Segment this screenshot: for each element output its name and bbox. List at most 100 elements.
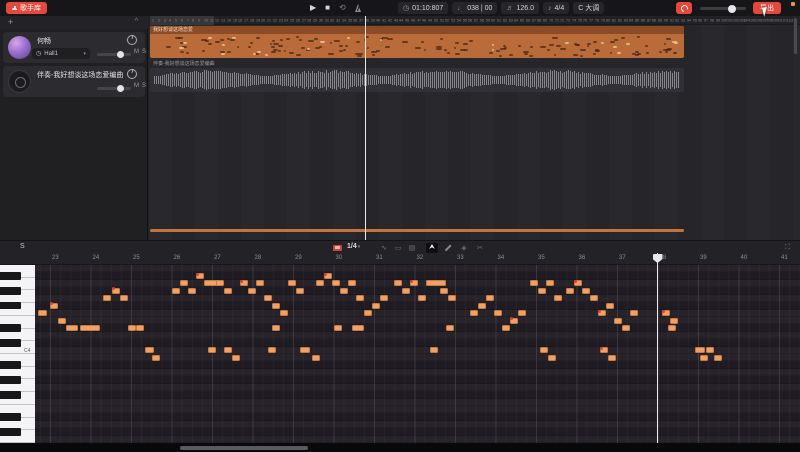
midi-note[interactable] bbox=[224, 347, 232, 353]
midi-note[interactable] bbox=[494, 310, 502, 316]
singer-library-button[interactable]: 歌手库 bbox=[6, 2, 47, 14]
midi-note[interactable] bbox=[50, 303, 58, 309]
midi-note[interactable] bbox=[196, 273, 204, 279]
arrange-ruler[interactable]: 1234567891011121314151617181920212223242… bbox=[149, 16, 800, 25]
midi-note[interactable] bbox=[145, 347, 154, 353]
scroll-overview-bar[interactable] bbox=[150, 229, 684, 232]
mute-button[interactable]: M bbox=[134, 49, 139, 55]
beat-display[interactable]: ♩ 038 | 00 bbox=[452, 2, 497, 14]
midi-note[interactable] bbox=[622, 325, 630, 331]
piano-keyboard[interactable]: C4 bbox=[0, 265, 35, 443]
midi-note[interactable] bbox=[120, 295, 128, 301]
midi-note[interactable] bbox=[440, 288, 448, 294]
midi-note[interactable] bbox=[316, 280, 324, 286]
track-volume-handle[interactable] bbox=[117, 51, 124, 58]
midi-note[interactable] bbox=[180, 280, 188, 286]
black-key[interactable] bbox=[0, 272, 21, 279]
midi-note[interactable] bbox=[670, 318, 678, 324]
solo-button[interactable]: S bbox=[142, 83, 146, 89]
midi-note[interactable] bbox=[348, 280, 356, 286]
pointer-tool[interactable]: ⮝ bbox=[426, 243, 438, 253]
midi-note[interactable] bbox=[296, 288, 304, 294]
midi-note[interactable] bbox=[352, 325, 364, 331]
arrange-area[interactable]: 1234567891011121314151617181920212223242… bbox=[149, 16, 800, 240]
midi-note[interactable] bbox=[538, 288, 546, 294]
loop-button[interactable]: ⟲ bbox=[339, 0, 346, 16]
midi-note[interactable] bbox=[324, 273, 332, 279]
midi-note[interactable] bbox=[566, 288, 574, 294]
midi-note[interactable] bbox=[66, 325, 78, 331]
midi-note[interactable] bbox=[630, 310, 638, 316]
piano-roll-ruler[interactable]: 23242526272829303132333435363738394041 bbox=[0, 253, 800, 265]
play-button[interactable]: ▶ bbox=[310, 0, 316, 16]
collapse-panel-button[interactable]: ^ bbox=[135, 18, 138, 25]
reverb-preset-select[interactable]: ◷ Hall1 ▾ bbox=[32, 48, 90, 59]
midi-note[interactable] bbox=[700, 355, 708, 361]
midi-note[interactable] bbox=[152, 355, 160, 361]
midi-note[interactable] bbox=[312, 355, 320, 361]
midi-note[interactable] bbox=[540, 347, 548, 353]
midi-note[interactable] bbox=[103, 295, 111, 301]
track-row-vocal[interactable]: 何畅 ◷ Hall1 ▾ M S bbox=[3, 32, 145, 63]
track-row-accompaniment[interactable]: 伴奏-我好想谈这场恋爱编曲 M S bbox=[3, 66, 145, 97]
midi-note[interactable] bbox=[695, 347, 705, 353]
metronome-button[interactable] bbox=[355, 4, 362, 12]
midi-note[interactable] bbox=[662, 310, 670, 316]
midi-note[interactable] bbox=[518, 310, 526, 316]
black-key[interactable] bbox=[0, 324, 21, 331]
add-track-button[interactable]: + bbox=[8, 17, 13, 27]
master-volume-slider[interactable] bbox=[700, 7, 746, 10]
midi-note[interactable] bbox=[426, 280, 446, 286]
midi-note[interactable] bbox=[554, 295, 562, 301]
midi-note[interactable] bbox=[216, 280, 224, 286]
midi-note[interactable] bbox=[224, 288, 232, 294]
midi-note[interactable] bbox=[446, 325, 454, 331]
midi-note[interactable] bbox=[240, 280, 248, 286]
expand-icon[interactable]: ⛶ bbox=[785, 244, 792, 251]
horizontal-scrollbar[interactable] bbox=[180, 446, 308, 450]
snap-icon[interactable] bbox=[333, 245, 342, 251]
solo-button[interactable]: S bbox=[142, 49, 146, 55]
midi-note[interactable] bbox=[548, 355, 556, 361]
singer-avatar[interactable] bbox=[8, 36, 31, 59]
midi-note[interactable] bbox=[530, 280, 538, 286]
bpm-display[interactable]: ♬ 126.0 bbox=[501, 2, 539, 14]
accompaniment-audio-region[interactable]: 伴奏-我好想谈这场恋爱编曲 bbox=[150, 60, 684, 92]
midi-note[interactable] bbox=[272, 303, 280, 309]
midi-note[interactable] bbox=[394, 280, 402, 286]
midi-note[interactable] bbox=[448, 295, 456, 301]
midi-note[interactable] bbox=[668, 325, 676, 331]
midi-note[interactable] bbox=[300, 347, 310, 353]
stop-button[interactable]: ■ bbox=[325, 0, 330, 16]
midi-note[interactable] bbox=[582, 288, 590, 294]
midi-note[interactable] bbox=[706, 347, 714, 353]
track-volume-slider[interactable] bbox=[97, 53, 131, 56]
midi-note[interactable] bbox=[510, 318, 518, 324]
midi-note[interactable] bbox=[418, 295, 426, 301]
midi-note[interactable] bbox=[574, 280, 582, 286]
midi-note[interactable] bbox=[502, 325, 510, 331]
black-key[interactable] bbox=[0, 339, 21, 346]
midi-note[interactable] bbox=[546, 280, 554, 286]
midi-note[interactable] bbox=[478, 303, 486, 309]
track-volume-slider[interactable] bbox=[97, 87, 131, 90]
key-display[interactable]: C 大调 bbox=[573, 2, 604, 14]
midi-note[interactable] bbox=[606, 303, 614, 309]
vertical-scrollbar[interactable] bbox=[794, 18, 797, 54]
pitch-curve-tool[interactable]: ∿ bbox=[378, 243, 390, 253]
midi-note[interactable] bbox=[486, 295, 494, 301]
scissors-tool[interactable]: ✂ bbox=[474, 243, 486, 253]
grid-resolution-select[interactable]: 1/4▾ bbox=[347, 243, 360, 250]
midi-note[interactable] bbox=[402, 288, 410, 294]
black-key[interactable] bbox=[0, 287, 21, 294]
midi-note[interactable] bbox=[364, 310, 372, 316]
midi-note[interactable] bbox=[430, 347, 438, 353]
midi-note[interactable] bbox=[332, 280, 340, 286]
midi-note[interactable] bbox=[208, 347, 216, 353]
midi-note[interactable] bbox=[614, 318, 622, 324]
pencil-tool[interactable] bbox=[442, 243, 454, 253]
render-voice-button[interactable] bbox=[676, 2, 692, 14]
midi-note[interactable] bbox=[380, 295, 388, 301]
mute-button[interactable]: M bbox=[134, 83, 139, 89]
midi-note[interactable] bbox=[356, 295, 364, 301]
